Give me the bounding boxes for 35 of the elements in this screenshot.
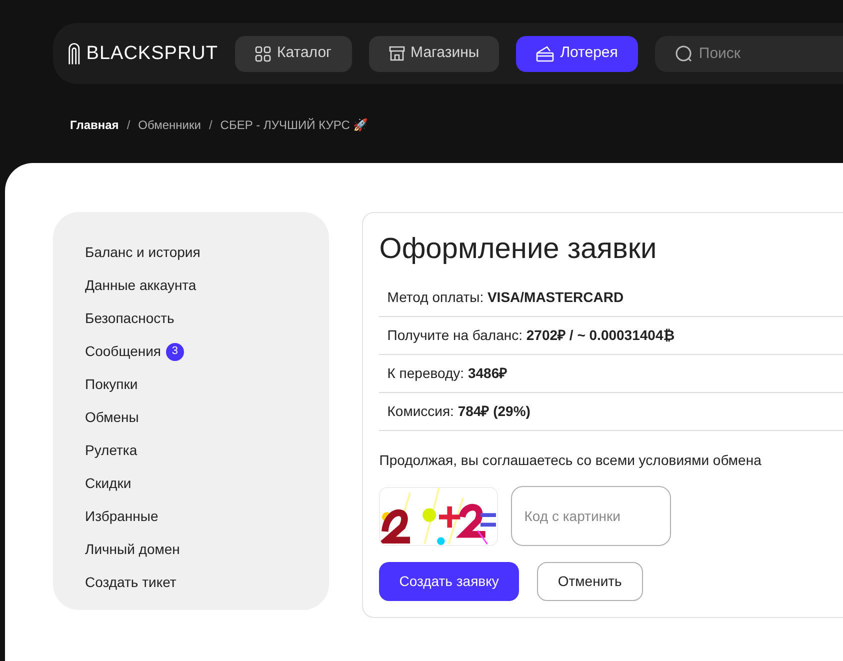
sidebar-link[interactable]: Избранные bbox=[85, 506, 158, 527]
search-field[interactable]: Поиск bbox=[654, 36, 843, 72]
grid-icon bbox=[255, 46, 271, 62]
order-detail: К переводу: 3486₽ bbox=[387, 364, 508, 383]
cancel-button[interactable]: Отменить bbox=[536, 562, 643, 601]
order-detail: Комиссия: 784₽ (29%) bbox=[387, 402, 530, 421]
sidebar-link[interactable]: Личный домен bbox=[85, 539, 180, 560]
captcha-input[interactable]: Код с картинки bbox=[511, 486, 672, 546]
submit-button[interactable]: Создать заявку bbox=[379, 562, 519, 601]
breadcrumb-separator: / bbox=[126, 117, 130, 134]
terms-note: Продолжая, вы соглашаетесь со всеми условиями обмена bbox=[379, 451, 762, 470]
order-detail: Метод оплаты: VISA/MASTERCARD bbox=[387, 288, 624, 307]
sidebar-link[interactable]: Покупки bbox=[85, 374, 138, 395]
count-badge: 3 bbox=[166, 342, 184, 360]
breadcrumb-link[interactable]: СБЕР - ЛУЧШИЙ КУРС 🚀 bbox=[220, 116, 368, 134]
order-title: Оформление заявки bbox=[379, 232, 658, 267]
sidebar-link[interactable]: Данные аккаунта bbox=[85, 275, 196, 296]
sidebar-link[interactable]: Рулетка bbox=[85, 440, 138, 461]
breadcrumb-separator: / bbox=[208, 117, 212, 134]
logo-text: BLACKSPRUT bbox=[86, 44, 218, 63]
sidebar-link[interactable]: Скидки bbox=[85, 473, 132, 494]
sidebar-link[interactable]: Сообщения bbox=[85, 341, 161, 362]
ticket-icon bbox=[536, 46, 554, 62]
nav-tab[interactable]: Каталог bbox=[235, 36, 352, 72]
nav-tab[interactable]: Лотерея bbox=[516, 36, 638, 72]
nav-tab[interactable]: Магазины bbox=[368, 36, 500, 72]
search-icon bbox=[674, 44, 693, 62]
breadcrumb-link[interactable]: Обменники bbox=[138, 116, 201, 134]
sidebar-link[interactable]: Баланс и история bbox=[85, 242, 200, 263]
store-icon bbox=[388, 45, 405, 62]
breadcrumb-link[interactable]: Главная bbox=[70, 116, 119, 134]
order-detail: Получите на баланс: 2702₽ / ~ 0.00031404₿ bbox=[387, 326, 675, 345]
sidebar-link[interactable]: Обмены bbox=[85, 407, 139, 428]
sidebar-link[interactable]: Создать тикет bbox=[85, 572, 176, 593]
sidebar-link[interactable]: Безопасность bbox=[85, 308, 174, 329]
